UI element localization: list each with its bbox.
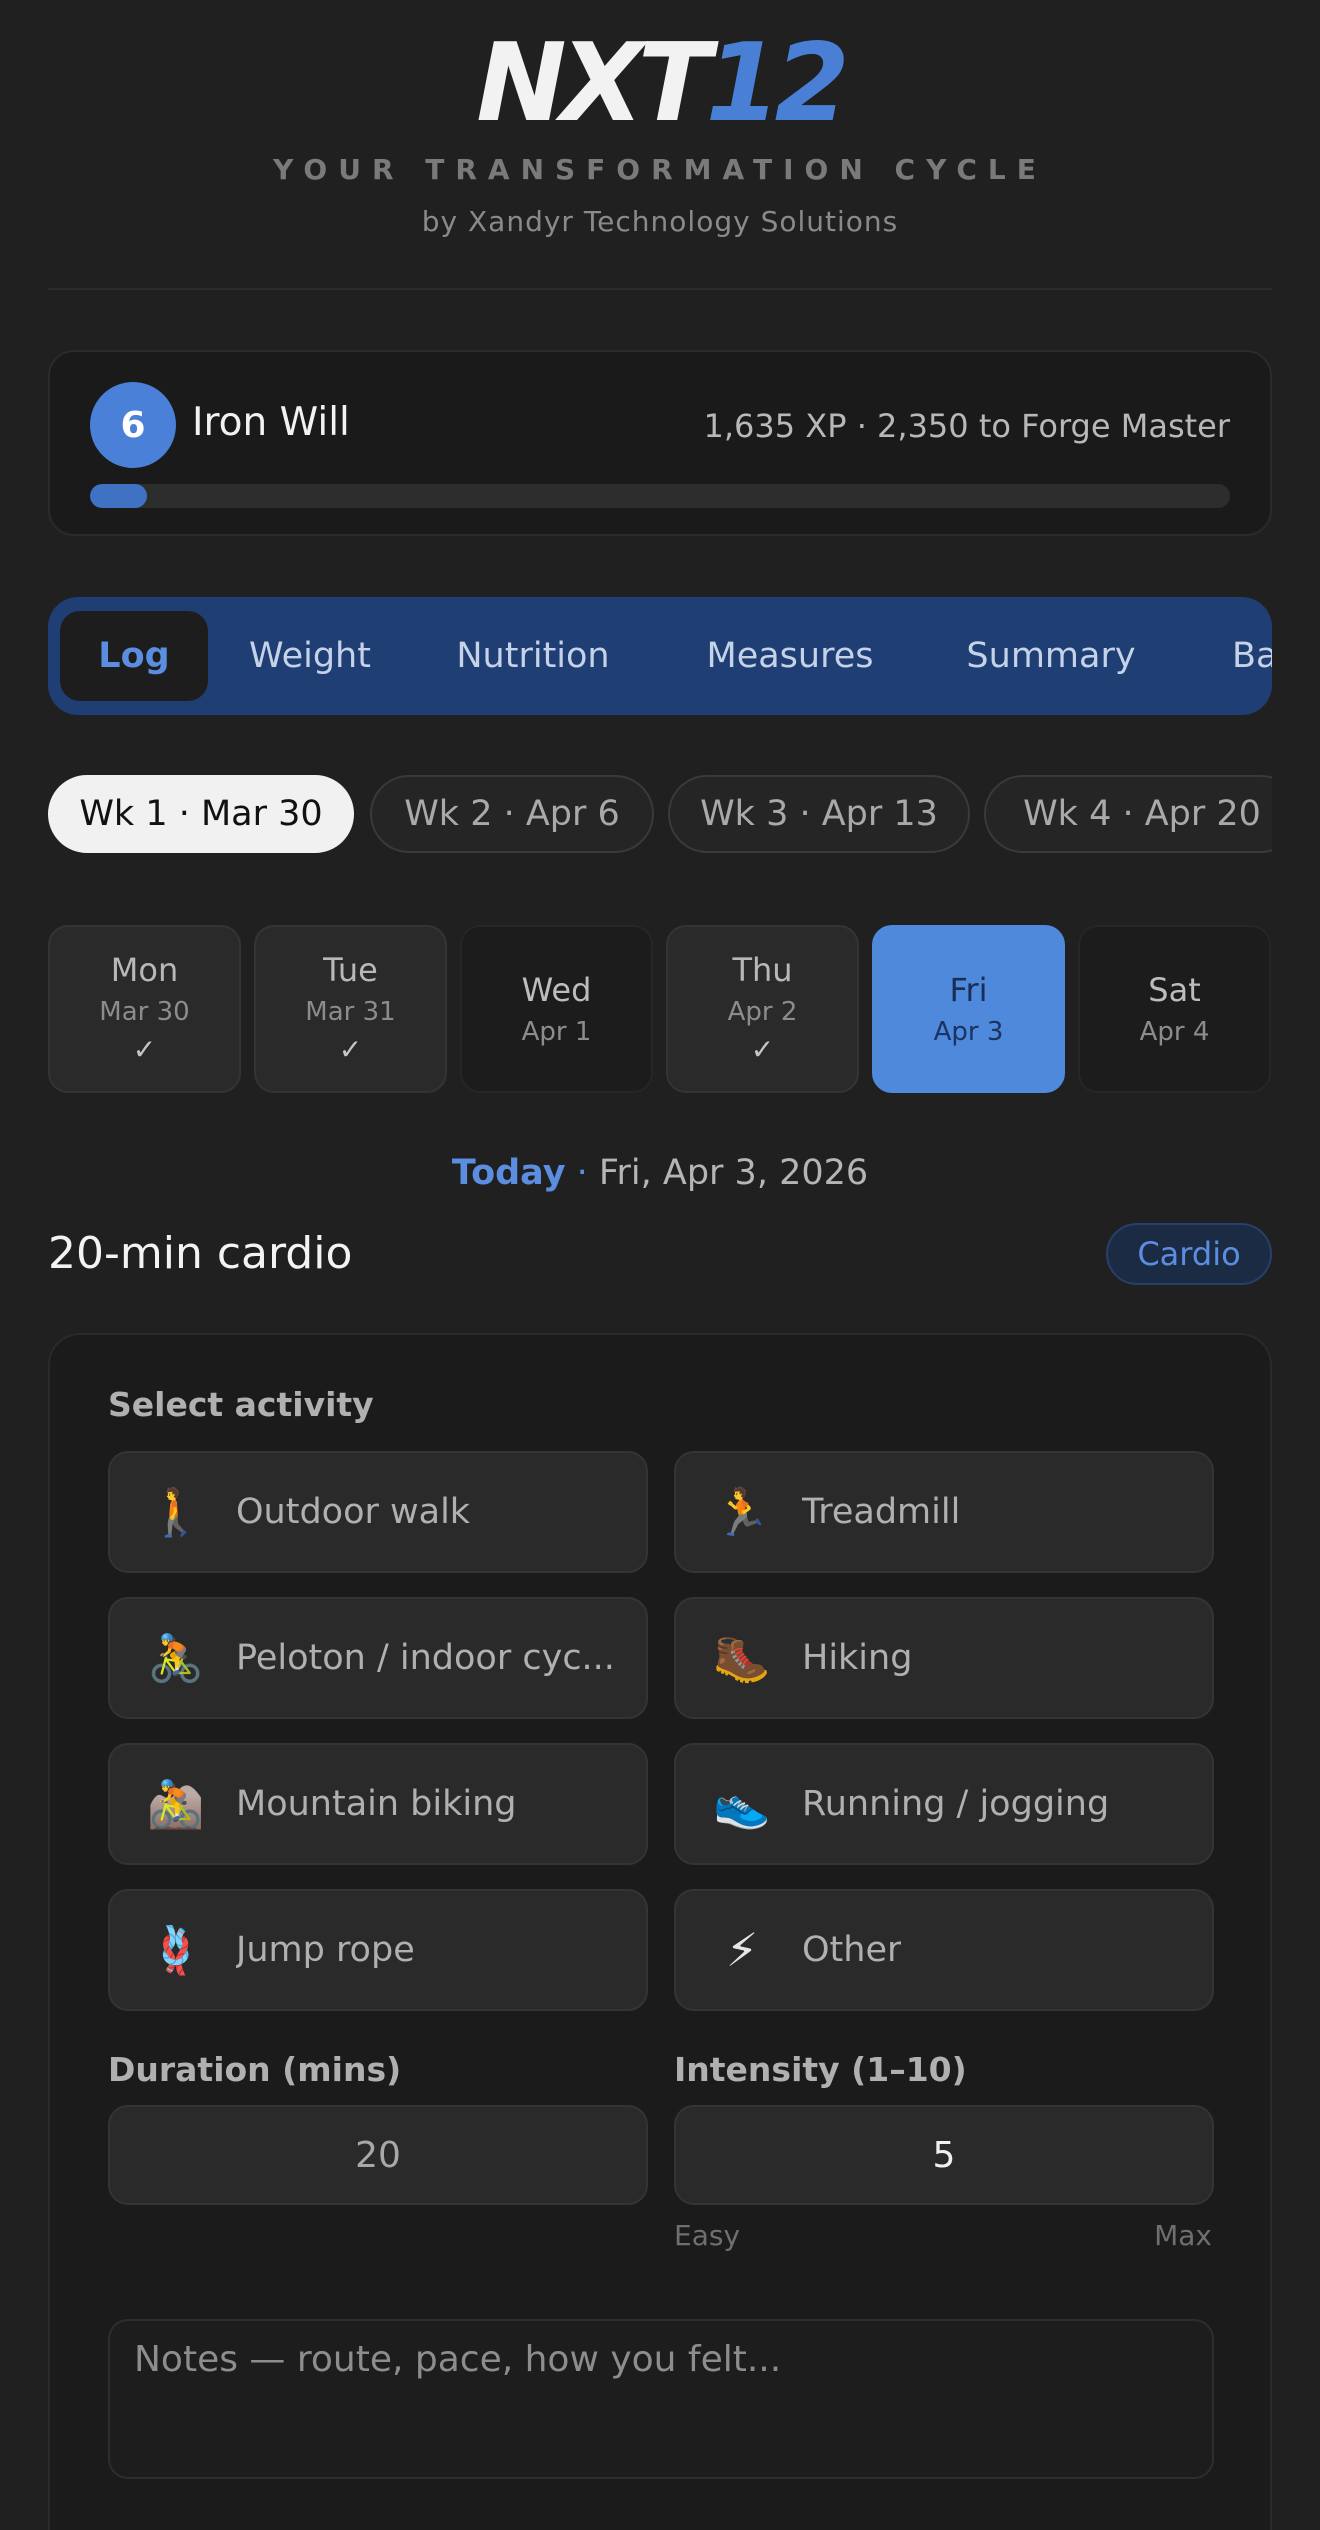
day-thu[interactable]: Thu Apr 2 ✓ (666, 925, 859, 1093)
duration-input[interactable]: 20 (108, 2105, 648, 2205)
day-date: Apr 3 (933, 1017, 1004, 1047)
running-person-icon: 🏃 (713, 1484, 771, 1539)
day-tue[interactable]: Tue Mar 31 ✓ (254, 925, 447, 1093)
lightning-icon: ⚡ (725, 1923, 759, 1977)
level-name: Iron Will (192, 400, 350, 445)
logo-text: NXT (476, 21, 711, 146)
logo-number: 12 (705, 21, 850, 146)
intensity-label: Intensity (1–10) (674, 2050, 967, 2089)
day-name: Fri (949, 971, 988, 1009)
cardio-log-form: Select activity 🚶 Outdoor walk 🏃 Treadmill… (48, 1333, 1272, 2530)
tab-overflow[interactable]: Ba (1232, 611, 1272, 701)
day-fri[interactable]: Fri Apr 3 (872, 925, 1065, 1093)
activity-outdoor-walk[interactable]: 🚶 Outdoor walk (108, 1451, 648, 1573)
hiking-boot-icon: 🥾 (713, 1630, 771, 1685)
select-activity-label: Select activity (108, 1385, 374, 1424)
tab-log[interactable]: Log (60, 611, 208, 701)
xp-progress-fill (90, 484, 147, 508)
day-date: Mar 31 (305, 997, 396, 1027)
week-chip-3[interactable]: Wk 3 · Apr 13 (668, 775, 970, 853)
activity-label: Outdoor walk (236, 1492, 471, 1532)
date-separator: · (565, 1153, 599, 1193)
byline: by Xandyr Technology Solutions (421, 205, 899, 238)
intensity-input[interactable]: 5 (674, 2105, 1214, 2205)
activity-hiking[interactable]: 🥾 Hiking (674, 1597, 1214, 1719)
intensity-max-label: Max (1154, 2219, 1212, 2252)
day-date: Apr 4 (1139, 1017, 1210, 1047)
workout-type-badge: Cardio (1106, 1223, 1272, 1285)
level-card: 6 Iron Will 1,635 XP · 2,350 to Forge Ma… (48, 350, 1272, 536)
intensity-min-label: Easy (674, 2219, 741, 2252)
activity-other[interactable]: ⚡ Other (674, 1889, 1214, 2011)
activity-label: Other (802, 1930, 902, 1970)
knot-icon: 🪢 (147, 1922, 205, 1977)
running-shoe-icon: 👟 (713, 1776, 771, 1831)
cyclist-icon: 🚴 (147, 1630, 205, 1685)
tab-summary[interactable]: Summary (946, 611, 1156, 701)
week-selector: Wk 1 · Mar 30 Wk 2 · Apr 6 Wk 3 · Apr 13… (48, 775, 1272, 853)
activity-label: Mountain biking (236, 1784, 517, 1824)
day-date: Apr 1 (521, 1017, 592, 1047)
tab-nutrition[interactable]: Nutrition (438, 611, 628, 701)
current-date: Fri, Apr 3, 2026 (598, 1153, 869, 1193)
tab-weight[interactable]: Weight (230, 611, 390, 701)
activity-indoor-cycling[interactable]: 🚴 Peloton / indoor cyc... (108, 1597, 648, 1719)
week-chip-1[interactable]: Wk 1 · Mar 30 (48, 775, 354, 853)
day-sat[interactable]: Sat Apr 4 (1078, 925, 1271, 1093)
tab-measures[interactable]: Measures (685, 611, 895, 701)
duration-label: Duration (mins) (108, 2050, 402, 2089)
activity-label: Running / jogging (802, 1784, 1110, 1824)
activity-label: Hiking (802, 1638, 913, 1678)
activity-label: Peloton / indoor cyc... (236, 1638, 615, 1678)
day-wed[interactable]: Wed Apr 1 (460, 925, 653, 1093)
tagline: YOUR TRANSFORMATION CYCLE (273, 153, 1047, 186)
check-icon: ✓ (338, 1033, 363, 1066)
day-name: Mon (110, 951, 179, 989)
check-icon: ✓ (750, 1033, 775, 1066)
day-mon[interactable]: Mon Mar 30 ✓ (48, 925, 241, 1093)
activity-treadmill[interactable]: 🏃 Treadmill (674, 1451, 1214, 1573)
logo: NXT12 (0, 30, 1320, 138)
activity-mountain-biking[interactable]: 🚵 Mountain biking (108, 1743, 648, 1865)
workout-title: 20-min cardio (48, 1228, 353, 1279)
day-name: Thu (732, 951, 793, 989)
main-tabs: Log Weight Nutrition Measures Summary Ba (48, 597, 1272, 715)
week-chip-2[interactable]: Wk 2 · Apr 6 (370, 775, 654, 853)
xp-progress-bar (90, 484, 1230, 508)
day-name: Tue (323, 951, 378, 989)
mountain-biker-icon: 🚵 (147, 1776, 205, 1831)
activity-label: Jump rope (236, 1930, 415, 1970)
check-icon: ✓ (132, 1033, 157, 1066)
day-date: Apr 2 (727, 997, 798, 1027)
week-chip-4[interactable]: Wk 4 · Apr 20 (984, 775, 1272, 853)
header-divider (48, 288, 1272, 290)
current-date-line: Today · Fri, Apr 3, 2026 (0, 1153, 1320, 1193)
activity-running[interactable]: 👟 Running / jogging (674, 1743, 1214, 1865)
notes-textarea[interactable]: Notes — route, pace, how you felt... (108, 2319, 1214, 2479)
level-badge: 6 (90, 382, 176, 468)
activity-label: Treadmill (802, 1492, 961, 1532)
day-date: Mar 30 (99, 997, 190, 1027)
day-name: Sat (1148, 971, 1201, 1009)
today-label: Today (451, 1153, 566, 1193)
xp-summary: 1,635 XP · 2,350 to Forge Master (703, 407, 1230, 445)
day-name: Wed (521, 971, 592, 1009)
walking-person-icon: 🚶 (147, 1484, 205, 1539)
activity-jump-rope[interactable]: 🪢 Jump rope (108, 1889, 648, 2011)
